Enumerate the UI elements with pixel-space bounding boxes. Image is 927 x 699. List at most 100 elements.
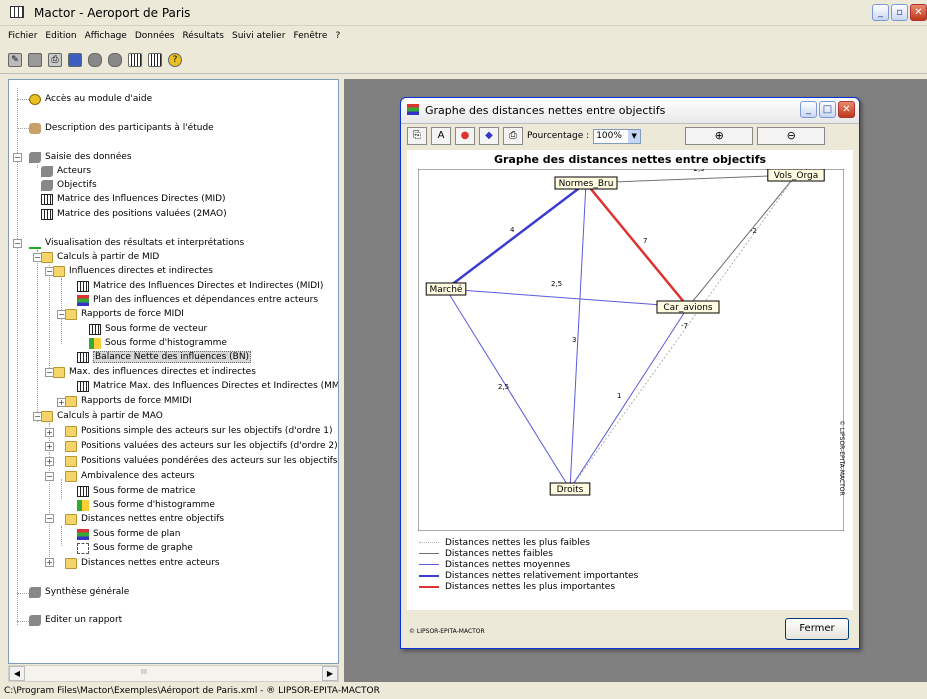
dialog-maximize-button[interactable]: □ bbox=[819, 101, 836, 118]
folder-icon bbox=[65, 557, 77, 569]
expand-toggle[interactable]: + bbox=[45, 457, 54, 466]
tree-item-acteurs[interactable]: Acteurs bbox=[41, 164, 91, 178]
expand-toggle[interactable]: + bbox=[45, 428, 54, 437]
fermer-button[interactable]: Fermer bbox=[785, 618, 849, 640]
tree-item-histogramme[interactable]: Sous forme d'histogramme bbox=[89, 336, 227, 350]
scroll-right-button[interactable]: ▶ bbox=[322, 666, 338, 681]
zoom-out-button[interactable]: ⊖ bbox=[757, 127, 826, 145]
restore-button[interactable]: ▫ bbox=[891, 4, 908, 21]
tree-item-sous-plan[interactable]: Sous forme de plan bbox=[77, 527, 180, 541]
tree-item-visualisation[interactable]: Visualisation des résultats et interprét… bbox=[29, 236, 244, 250]
tree-item-participants[interactable]: Description des participants à l'étude bbox=[29, 121, 214, 135]
plot-icon bbox=[77, 294, 89, 306]
print-icon[interactable]: ⎙ bbox=[503, 127, 523, 145]
expand-toggle[interactable]: − bbox=[45, 472, 54, 481]
tree-item-rapport[interactable]: Editer un rapport bbox=[29, 613, 122, 627]
expand-toggle[interactable]: + bbox=[45, 442, 54, 451]
dialog-minimize-button[interactable]: _ bbox=[800, 101, 817, 118]
window-titlebar: Mactor - Aeroport de Paris _ ▫ ✕ bbox=[0, 0, 927, 26]
node-label: Normes_Bru bbox=[559, 179, 614, 189]
tree-item-rapports-mmidi[interactable]: Rapports de force MMIDI bbox=[65, 394, 192, 408]
tree-item-synthese[interactable]: Synthèse générale bbox=[29, 585, 129, 599]
tree-item-influences[interactable]: Influences directes et indirectes bbox=[53, 264, 213, 278]
dialog-close-button[interactable]: ✕ bbox=[838, 101, 855, 118]
tree-item-balance-nette[interactable]: Balance Nette des influences (BN) bbox=[77, 350, 252, 364]
tree-item-sous-matrice[interactable]: Sous forme de matrice bbox=[77, 484, 195, 498]
folder-icon bbox=[65, 308, 77, 320]
close-button[interactable]: ✕ bbox=[910, 4, 927, 21]
expand-toggle[interactable]: − bbox=[13, 239, 22, 248]
color-icon[interactable]: ● bbox=[455, 127, 475, 145]
tree-item-max-influences[interactable]: Max. des influences directes et indirect… bbox=[53, 365, 256, 379]
tree-item-calculs-mid[interactable]: Calculs à partir de MID bbox=[41, 250, 159, 264]
graph-node-marche[interactable]: Marché bbox=[425, 282, 467, 296]
edge-value-label: -2,5 bbox=[691, 169, 705, 173]
scroll-thumb[interactable]: III bbox=[129, 668, 159, 678]
save-icon[interactable] bbox=[68, 52, 82, 67]
tree-item-objectifs[interactable]: Objectifs bbox=[41, 178, 97, 192]
legend-item: Distances nettes faibles bbox=[419, 548, 638, 559]
tree-item-positions-valuees[interactable]: Positions valuées des acteurs sur les ob… bbox=[65, 439, 338, 453]
graph-node-vols_orga[interactable]: Vols_Orga bbox=[767, 169, 825, 182]
tree-item-sous-histogramme[interactable]: Sous forme d'histogramme bbox=[77, 498, 215, 512]
dialog-toolbar: ⎘ A ● ◆ ⎙ Pourcentage : 100% ▼ ⊕ ⊖ bbox=[401, 125, 859, 147]
menu-donnees[interactable]: Données bbox=[135, 31, 175, 41]
tool-icon bbox=[29, 586, 41, 598]
legend-label: Distances nettes les plus faibles bbox=[445, 537, 590, 548]
tree-item-distances-acteurs[interactable]: Distances nettes entre acteurs bbox=[65, 556, 220, 570]
tree-item-sous-graphe[interactable]: Sous forme de graphe bbox=[77, 541, 193, 555]
edge-value-label: 1 bbox=[617, 392, 621, 400]
expand-toggle[interactable]: + bbox=[45, 558, 54, 567]
matrix2-icon[interactable] bbox=[148, 52, 162, 67]
menu-resultats[interactable]: Résultats bbox=[182, 31, 224, 41]
help-icon[interactable]: ? bbox=[168, 52, 182, 67]
tree-item-2mao[interactable]: Matrice des positions valuées (2MAO) bbox=[41, 207, 227, 221]
tree-item-saisie[interactable]: Saisie des données bbox=[29, 150, 132, 164]
tree-item-calculs-mao[interactable]: Calculs à partir de MAO bbox=[41, 409, 163, 423]
actor-icon bbox=[41, 165, 53, 177]
tree-item-mmi[interactable]: Matrice Max. des Influences Directes et … bbox=[77, 379, 338, 393]
actor-icon[interactable] bbox=[88, 52, 102, 67]
graph-node-normes_bru[interactable]: Normes_Bru bbox=[554, 176, 618, 190]
scroll-left-button[interactable]: ◀ bbox=[9, 666, 25, 681]
edge-value-label: 2,5 bbox=[551, 280, 562, 288]
tree-item-positions-simple[interactable]: Positions simple des acteurs sur les obj… bbox=[65, 424, 333, 438]
menu-edition[interactable]: Edition bbox=[45, 31, 76, 41]
zoom-in-button[interactable]: ⊕ bbox=[685, 127, 754, 145]
tree-item-rapports-midi[interactable]: Rapports de force MIDI bbox=[65, 307, 184, 321]
tree-item-distances-objectifs[interactable]: Distances nettes entre objectifs bbox=[65, 512, 224, 526]
minimize-button[interactable]: _ bbox=[872, 4, 889, 21]
tree-item-ambivalence[interactable]: Ambivalence des acteurs bbox=[65, 469, 195, 483]
open-icon[interactable]: ✎ bbox=[8, 52, 22, 67]
folder-icon[interactable] bbox=[28, 52, 42, 67]
percent-value: 100% bbox=[596, 130, 622, 141]
copy-icon[interactable]: ⎘ bbox=[407, 127, 427, 145]
folder-icon bbox=[65, 440, 77, 452]
menu-suivi-atelier[interactable]: Suivi atelier bbox=[232, 31, 285, 41]
tree-item-positions-ponderees[interactable]: Positions valuées pondérées des acteurs … bbox=[65, 454, 338, 468]
menu-fenetre[interactable]: Fenêtre bbox=[293, 31, 327, 41]
print-icon[interactable]: ⎙ bbox=[48, 52, 62, 67]
graph-node-car_avions[interactable]: Car_avions bbox=[656, 300, 720, 314]
matrix-icon[interactable] bbox=[128, 52, 142, 67]
tree-item-mid[interactable]: Matrice des Influences Directes (MID) bbox=[41, 192, 226, 206]
tree-item-vecteur[interactable]: Sous forme de vecteur bbox=[89, 322, 207, 336]
legend-swatch bbox=[419, 542, 439, 543]
tree-item-aide[interactable]: Accès au module d'aide bbox=[29, 92, 152, 106]
palette-icon[interactable]: ◆ bbox=[479, 127, 499, 145]
font-icon[interactable]: A bbox=[431, 127, 451, 145]
matrix-icon bbox=[77, 380, 89, 392]
menu-affichage[interactable]: Affichage bbox=[85, 31, 127, 41]
percent-select[interactable]: 100% ▼ bbox=[593, 128, 642, 144]
objective-icon[interactable] bbox=[108, 52, 122, 67]
expand-toggle[interactable]: − bbox=[45, 514, 54, 523]
tree-item-midi[interactable]: Matrice des Influences Directes et Indir… bbox=[77, 279, 323, 293]
menu-help[interactable]: ? bbox=[335, 31, 340, 41]
people-icon bbox=[29, 122, 41, 134]
menu-fichier[interactable]: Fichier bbox=[8, 31, 37, 41]
graph-node-droits[interactable]: Droits bbox=[549, 482, 591, 496]
horizontal-scrollbar[interactable]: ◀ III ▶ bbox=[8, 665, 339, 682]
expand-toggle[interactable]: − bbox=[13, 153, 22, 162]
matrix-icon bbox=[89, 323, 101, 335]
tree-item-plan-influences[interactable]: Plan des influences et dépendances entre… bbox=[77, 293, 318, 307]
